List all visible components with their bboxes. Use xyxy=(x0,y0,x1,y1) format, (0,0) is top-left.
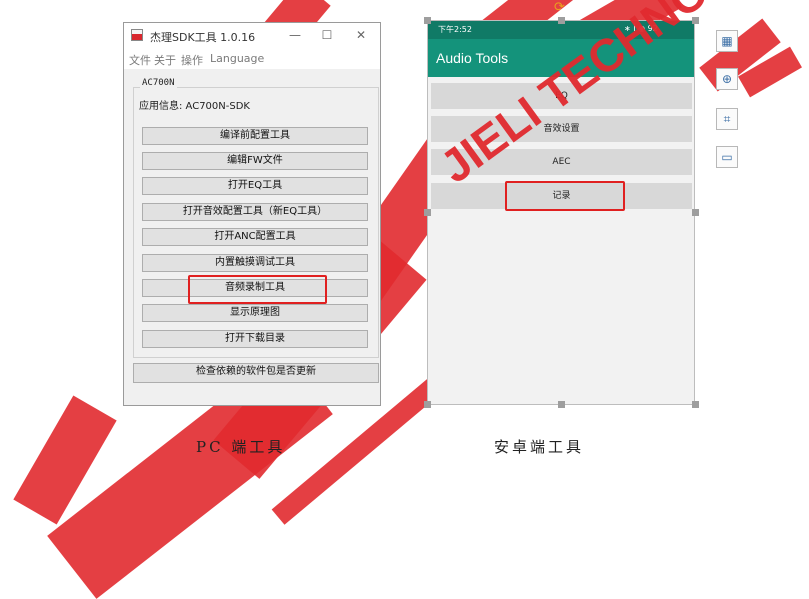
open-anc-config-button[interactable]: 打开ANC配置工具 xyxy=(142,228,368,246)
check-updates-button[interactable]: 检查依赖的软件包是否更新 xyxy=(133,363,379,383)
open-eq-button[interactable]: 打开EQ工具 xyxy=(142,177,368,195)
app-info-text: 应用信息: AC700N-SDK xyxy=(139,101,250,112)
resize-handle[interactable] xyxy=(424,209,431,216)
resize-handle[interactable] xyxy=(692,209,699,216)
menu-operate[interactable]: 操作 xyxy=(181,52,203,68)
image-options-icon[interactable]: ▦ xyxy=(716,30,738,52)
minimize-button[interactable]: — xyxy=(284,26,306,44)
close-button[interactable]: ✕ xyxy=(350,26,372,44)
precompile-config-button[interactable]: 编译前配置工具 xyxy=(142,127,368,145)
menu-bar: 文件 关于 操作 Language xyxy=(124,49,380,69)
menu-about[interactable]: 关于 xyxy=(154,52,176,68)
touch-debug-button[interactable]: 内置触摸调试工具 xyxy=(142,254,368,272)
menu-file[interactable]: 文件 xyxy=(129,52,151,68)
crop-icon[interactable]: ⌗ xyxy=(716,108,738,130)
group-label: AC700N xyxy=(140,78,177,88)
rotate-handle-icon[interactable]: ⟳ xyxy=(554,0,565,15)
open-effect-config-button[interactable]: 打开音效配置工具（新EQ工具） xyxy=(142,203,368,221)
show-schematic-button[interactable]: 显示原理图 xyxy=(142,304,368,322)
caption-pc-tool: PC 端工具 xyxy=(196,438,286,456)
pc-tool-window: 杰理SDK工具 1.0.16 — ☐ ✕ 文件 关于 操作 Language A… xyxy=(123,22,381,406)
menu-language[interactable]: Language xyxy=(210,52,264,65)
window-title: 杰理SDK工具 1.0.16 xyxy=(150,31,256,44)
status-time: 下午2:52 xyxy=(438,25,472,34)
zoom-icon[interactable]: ⊕ xyxy=(716,68,738,90)
window-titlebar[interactable]: 杰理SDK工具 1.0.16 — ☐ ✕ xyxy=(124,23,380,49)
resize-handle[interactable] xyxy=(424,17,431,24)
resize-handle[interactable] xyxy=(692,401,699,408)
highlight-box xyxy=(505,181,625,211)
frame-icon[interactable]: ▭ xyxy=(716,146,738,168)
resize-handle[interactable] xyxy=(424,401,431,408)
maximize-button[interactable]: ☐ xyxy=(316,26,338,44)
edit-fw-button[interactable]: 编辑FW文件 xyxy=(142,152,368,170)
app-icon xyxy=(131,29,143,41)
open-download-dir-button[interactable]: 打开下载目录 xyxy=(142,330,368,348)
app-title: Audio Tools xyxy=(436,50,509,66)
resize-handle[interactable] xyxy=(558,17,565,24)
highlight-box xyxy=(188,275,327,304)
resize-handle[interactable] xyxy=(558,401,565,408)
caption-android-tool: 安卓端工具 xyxy=(494,438,585,456)
